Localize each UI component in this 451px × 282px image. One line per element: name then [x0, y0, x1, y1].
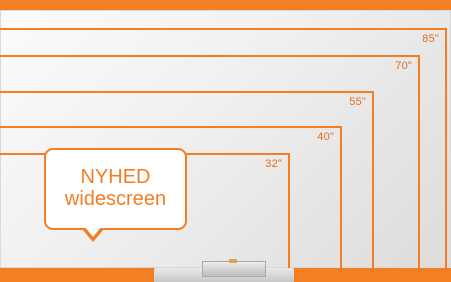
tray-holder	[202, 261, 266, 277]
bubble-title: NYHED	[80, 166, 151, 188]
speech-bubble: NYHED widescreen	[44, 148, 187, 230]
size-label-40: 40"	[317, 131, 334, 143]
speech-bubble-tail-fill	[85, 227, 101, 237]
size-label-70: 70"	[395, 60, 412, 72]
size-label-85: 85"	[422, 33, 439, 45]
size-label-32: 32"	[265, 158, 282, 170]
marker-pen	[229, 259, 237, 263]
bubble-subtitle: widescreen	[64, 188, 167, 210]
size-label-55: 55"	[349, 96, 366, 108]
